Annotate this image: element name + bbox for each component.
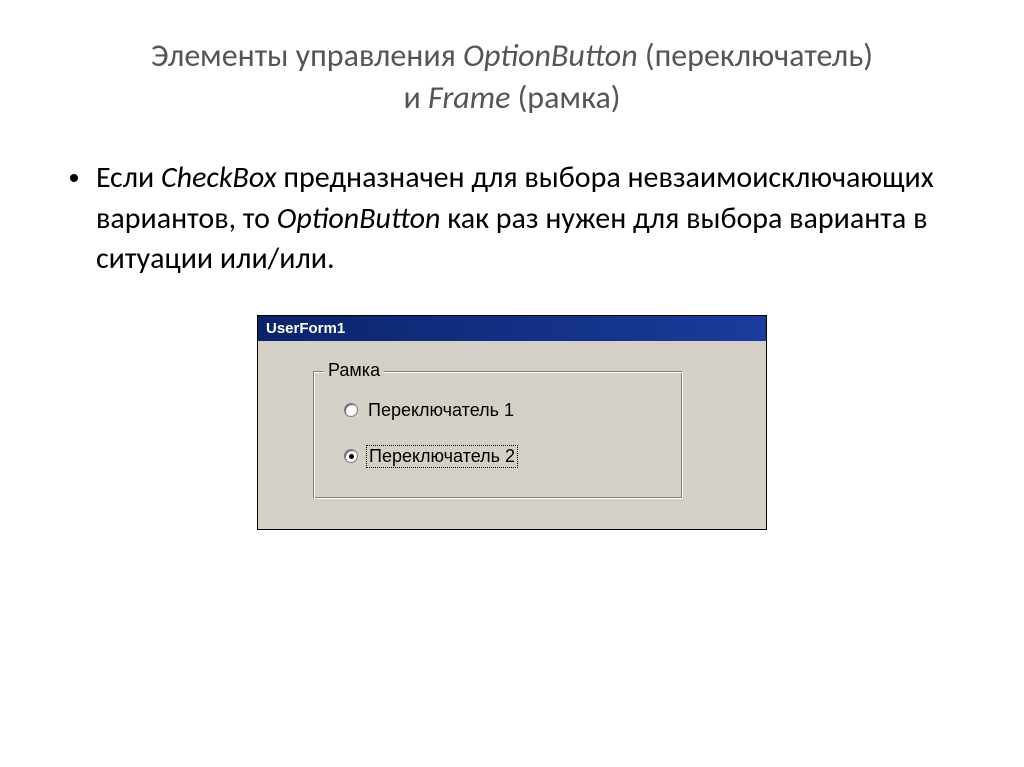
window-titlebar[interactable]: UserForm1 <box>258 316 766 341</box>
radio-checked-icon <box>349 454 354 459</box>
option-2-label: Переключатель 2 <box>366 445 518 468</box>
radio-icon <box>344 449 358 463</box>
title-line2-italic: Frame <box>428 78 510 117</box>
userform-window: UserForm1 Рамка Переключатель 1 Переключ… <box>257 315 767 530</box>
radio-icon <box>344 403 358 417</box>
title-line1-prefix: Элементы управления <box>151 36 463 75</box>
title-line2-suffix: (рамка) <box>510 78 620 117</box>
title-line1-italic: OptionButton <box>463 36 638 75</box>
frame-groupbox: Рамка Переключатель 1 Переключатель 2 <box>313 371 683 499</box>
option-button-2[interactable]: Переключатель 2 <box>344 445 662 468</box>
form-body: Рамка Переключатель 1 Переключатель 2 <box>258 341 766 529</box>
slide-title: Элементы управления OptionButton (перекл… <box>60 35 964 118</box>
title-line2-prefix: и <box>404 78 429 117</box>
body-paragraph: Если CheckBox предназначен для выбора не… <box>70 158 964 280</box>
option-button-1[interactable]: Переключатель 1 <box>344 400 662 421</box>
bullet-icon <box>70 174 78 182</box>
frame-legend: Рамка <box>324 360 384 381</box>
body-text-b: CheckBox <box>161 159 277 196</box>
window-title: UserForm1 <box>266 320 345 337</box>
body-text-a: Если <box>96 159 161 196</box>
option-1-label: Переключатель 1 <box>366 400 516 421</box>
body-text-d: OptionButton <box>277 200 441 237</box>
title-line1-suffix: (переключатель) <box>638 36 873 75</box>
